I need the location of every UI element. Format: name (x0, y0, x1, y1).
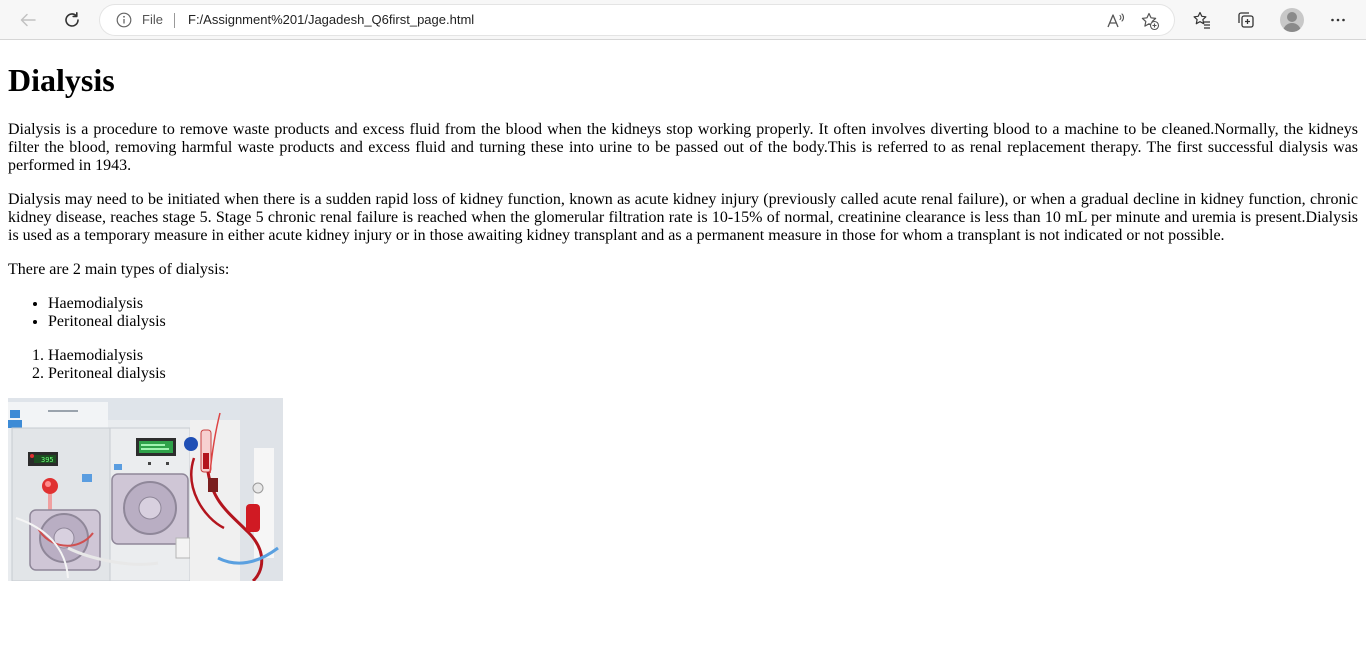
back-arrow-icon (20, 13, 36, 27)
refresh-button[interactable] (56, 4, 88, 36)
avatar-body-shape (1283, 23, 1301, 32)
url-text[interactable]: F:/Assignment%201/Jagadesh_Q6first_page.… (188, 12, 474, 27)
list-item: Haemodialysis (48, 347, 166, 365)
indications-paragraph: Dialysis may need to be initiated when t… (8, 191, 1358, 244)
web-page-content: Dialysis Dialysis is a procedure to remo… (0, 40, 1366, 646)
profile-avatar[interactable] (1280, 8, 1304, 32)
page-heading: Dialysis (8, 62, 115, 98)
unordered-types-list: Haemodialysis Peritoneal dialysis (8, 295, 166, 331)
favorites-button[interactable] (1186, 4, 1218, 36)
collections-button[interactable] (1230, 4, 1262, 36)
favorites-list-icon (1193, 11, 1210, 29)
add-favorite-button[interactable] (1138, 9, 1162, 33)
settings-more-button[interactable] (1322, 4, 1354, 36)
more-dots-icon (1331, 18, 1345, 22)
collections-icon (1238, 12, 1254, 28)
list-item: Haemodialysis (48, 295, 166, 313)
ordered-types-list: Haemodialysis Peritoneal dialysis (8, 347, 166, 383)
address-bar[interactable]: File F:/Assignment%201/Jagadesh_Q6first_… (100, 5, 1174, 35)
dialysis-machine-photo: 395 (8, 398, 283, 581)
star-add-icon (1141, 12, 1160, 31)
address-divider (174, 13, 175, 28)
display-reading: 395 (41, 456, 54, 464)
read-aloud-button[interactable] (1104, 10, 1128, 32)
intro-paragraph: Dialysis is a procedure to remove waste … (8, 121, 1358, 174)
avatar-head-shape (1287, 12, 1297, 22)
list-item: Peritoneal dialysis (48, 313, 166, 331)
info-icon[interactable] (116, 12, 132, 33)
refresh-icon (65, 12, 79, 27)
back-button[interactable] (12, 4, 44, 36)
browser-toolbar: File F:/Assignment%201/Jagadesh_Q6first_… (0, 0, 1366, 40)
read-aloud-icon (1107, 13, 1125, 28)
list-item: Peritoneal dialysis (48, 365, 166, 383)
dialysis-machine-image: 395 (8, 398, 283, 581)
types-intro-paragraph: There are 2 main types of dialysis: (8, 261, 230, 278)
address-prefix: File (142, 12, 163, 27)
